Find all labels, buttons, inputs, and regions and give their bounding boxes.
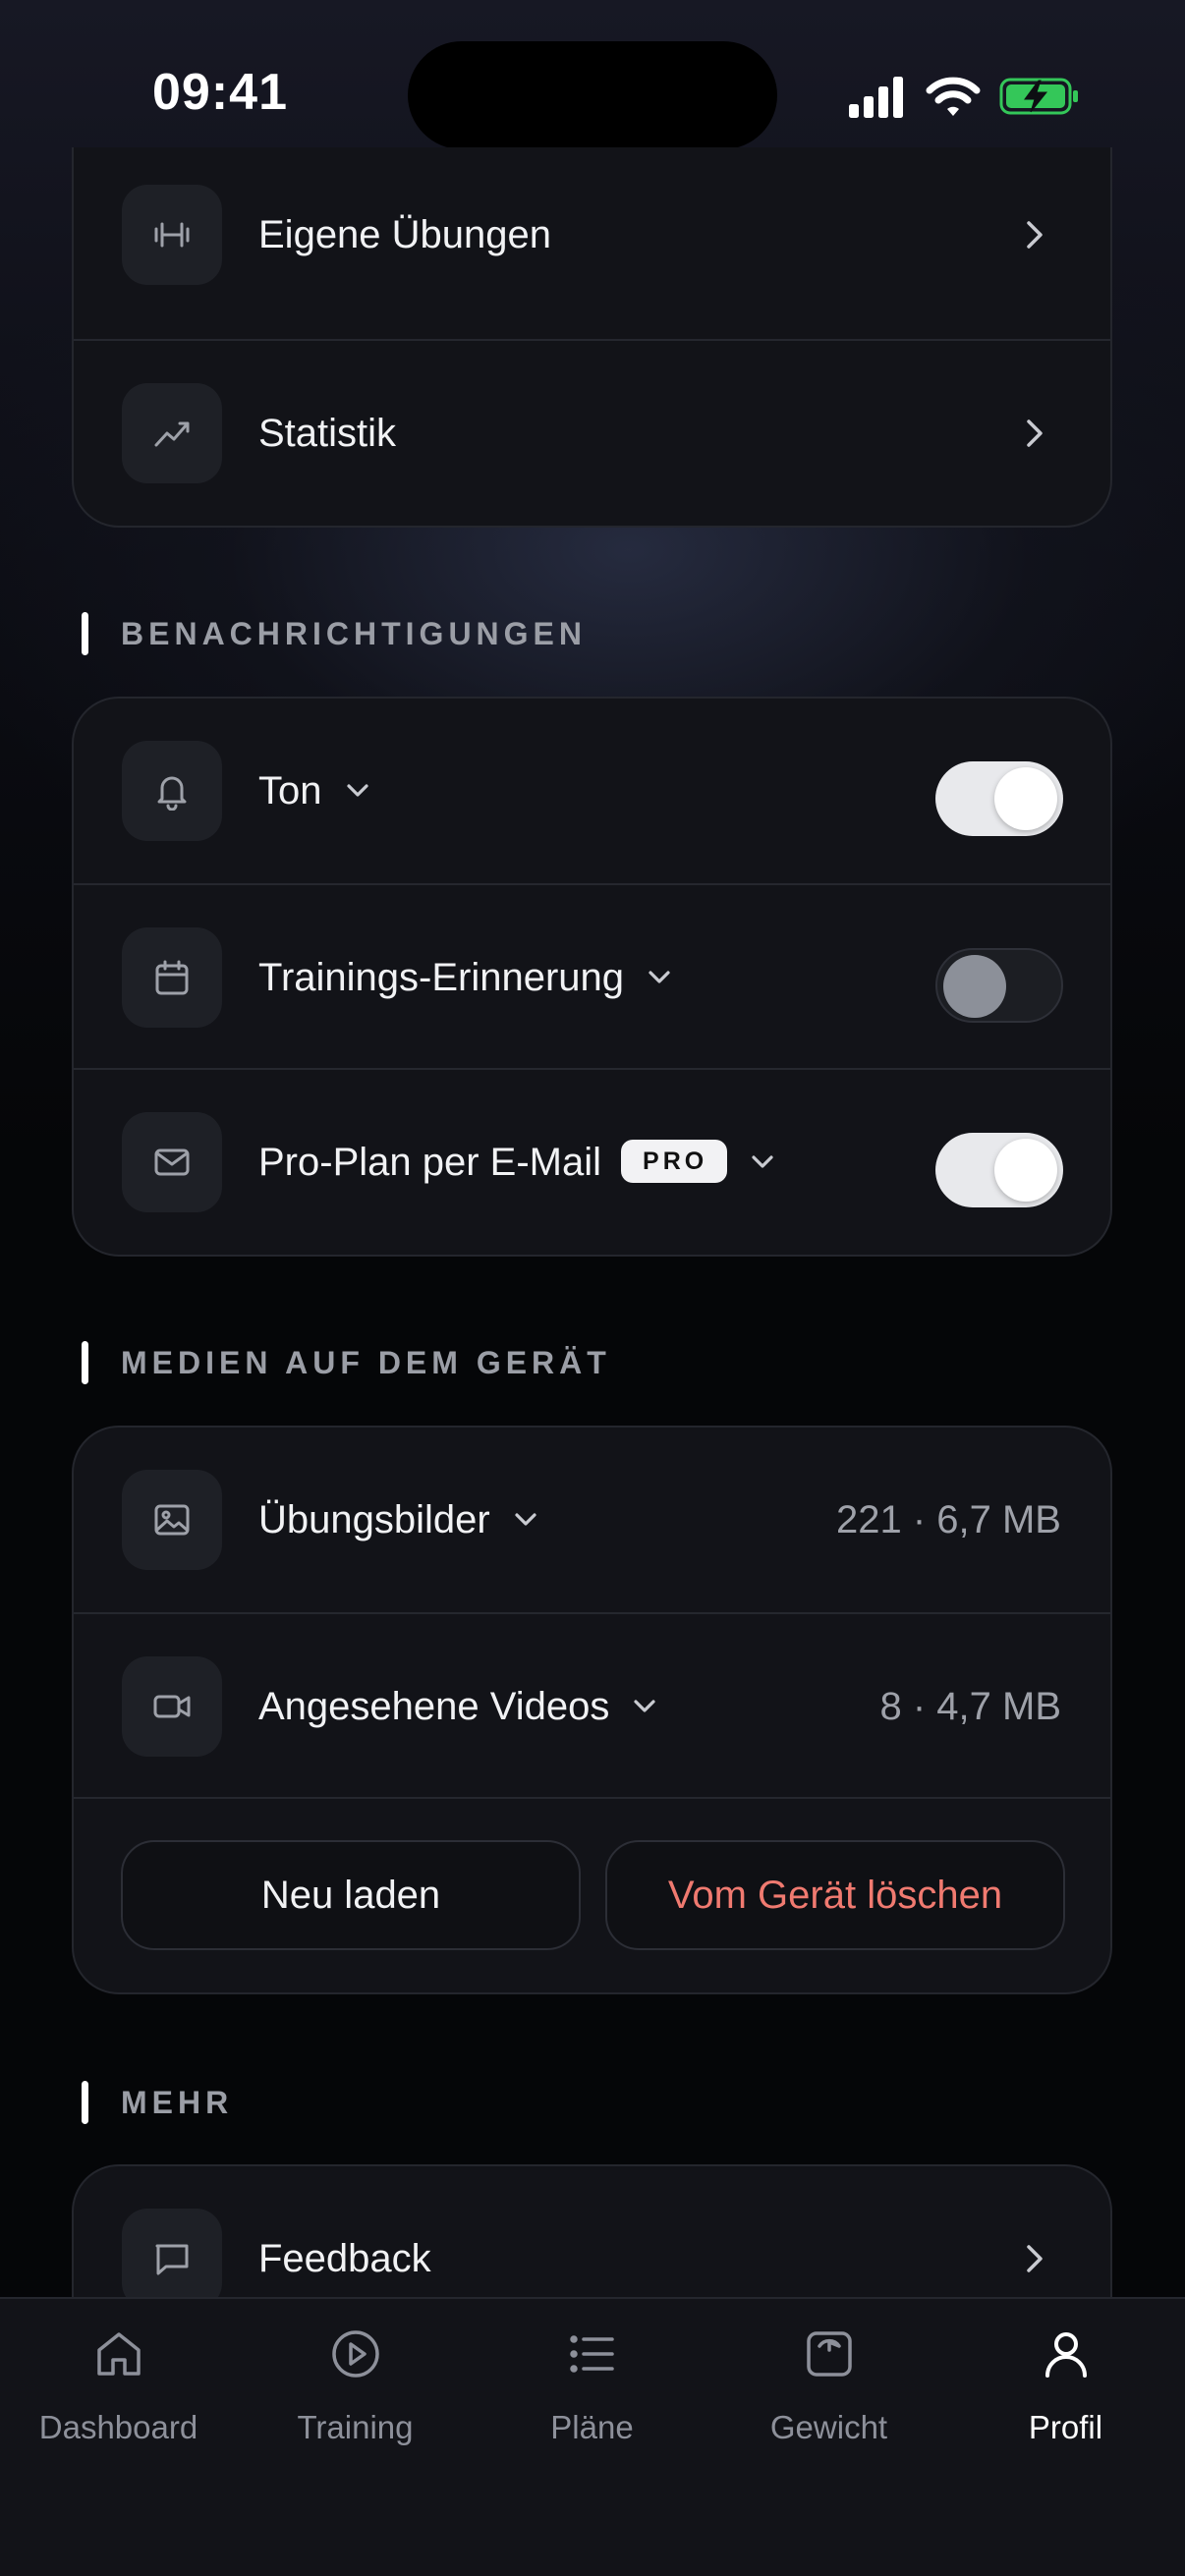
list-icon: [570, 2335, 614, 2373]
tab-label: Training: [297, 2409, 414, 2445]
list-item-text: Pro-Plan per E-Mail: [258, 1141, 602, 1184]
chevron-down-icon[interactable]: [510, 1503, 541, 1535]
scale-icon: [807, 2331, 852, 2377]
section-accent-bar: [82, 1341, 88, 1384]
list-item-label: Pro-Plan per E-Mail PRO: [258, 1070, 778, 1255]
section-accent-bar: [82, 2081, 88, 2124]
sound-toggle[interactable]: [935, 761, 1063, 836]
image-icon: [122, 1470, 222, 1570]
delete-from-device-button[interactable]: Vom Gerät löschen: [605, 1840, 1065, 1950]
tab-label: Gewicht: [769, 2409, 888, 2445]
battery-charging-icon: [999, 78, 1078, 115]
bottom-tab-bar: Dashboard Training Pläne Gewicht Profil: [0, 2297, 1185, 2576]
media-size-value: 8 · 4,7 MB: [879, 1685, 1061, 1728]
trend-icon: [122, 383, 222, 483]
cellular-signal-icon: [849, 77, 903, 118]
toggle-knob: [943, 955, 1006, 1018]
notifications-card: Ton Trainings-Erinnerung Pro-Plan per E-…: [72, 697, 1112, 1257]
tab-label: Profil: [1028, 2409, 1103, 2445]
list-item-label: Übungsbilder: [258, 1428, 541, 1612]
list-item-text: Ton: [258, 769, 322, 812]
list-item-angesehene-videos[interactable]: Angesehene Videos 8 · 4,7 MB: [74, 1612, 1110, 1799]
list-item-label: Statistik: [258, 412, 397, 455]
chevron-down-icon[interactable]: [342, 774, 373, 806]
list-item-label: Angesehene Videos: [258, 1614, 660, 1799]
video-icon: [122, 1656, 222, 1757]
list-item-label: Eigene Übungen: [258, 213, 552, 256]
list-item-ton[interactable]: Ton: [74, 699, 1110, 883]
tools-card: Eigene Übungen Statistik: [72, 147, 1112, 528]
toggle-knob: [994, 767, 1057, 830]
tab-plaene[interactable]: Pläne: [474, 2299, 710, 2495]
chat-icon: [122, 2209, 222, 2309]
tab-gewicht[interactable]: Gewicht: [710, 2299, 947, 2495]
list-item-pro-plan-email[interactable]: Pro-Plan per E-Mail PRO: [74, 1068, 1110, 1255]
profile-screen: 09:41 Eigene Übungen Statistik BENACHRIC…: [0, 0, 1185, 2576]
calendar-icon: [122, 927, 222, 1028]
list-item-eigene-uebungen[interactable]: Eigene Übungen: [74, 147, 1110, 327]
list-item-uebungsbilder[interactable]: Übungsbilder 221 · 6,7 MB: [74, 1428, 1110, 1612]
pro-badge: PRO: [621, 1140, 728, 1184]
media-size-value: 221 · 6,7 MB: [835, 1498, 1061, 1541]
tab-training[interactable]: Training: [237, 2299, 474, 2495]
list-item-statistik[interactable]: Statistik: [74, 339, 1110, 526]
media-card: Übungsbilder 221 · 6,7 MB Angesehene Vid…: [72, 1426, 1112, 1994]
reload-button[interactable]: Neu laden: [121, 1840, 581, 1950]
list-item-label: Ton: [258, 699, 373, 883]
chevron-right-icon: [1027, 420, 1043, 447]
training-reminder-toggle[interactable]: [935, 948, 1063, 1023]
list-item-text: Angesehene Videos: [258, 1685, 610, 1728]
list-item-text: Übungsbilder: [258, 1498, 490, 1541]
section-title: BENACHRICHTIGUNGEN: [121, 616, 587, 651]
section-accent-bar: [82, 612, 88, 655]
section-title: MEHR: [121, 2085, 234, 2120]
tab-dashboard[interactable]: Dashboard: [0, 2299, 237, 2495]
play-circle-icon: [332, 2330, 379, 2378]
pro-plan-email-toggle[interactable]: [935, 1133, 1063, 1207]
list-item-text: Trainings-Erinnerung: [258, 956, 625, 999]
chevron-right-icon: [1027, 2245, 1043, 2272]
tab-profil[interactable]: Profil: [947, 2299, 1184, 2495]
home-icon: [97, 2332, 141, 2376]
wifi-icon: [926, 77, 981, 116]
mail-icon: [122, 1112, 222, 1212]
section-title: MEDIEN AUF DEM GERÄT: [121, 1345, 611, 1380]
media-actions-row: Neu laden Vom Gerät löschen: [74, 1797, 1110, 1992]
bell-icon: [122, 741, 222, 841]
chevron-down-icon[interactable]: [629, 1690, 660, 1721]
chevron-down-icon[interactable]: [747, 1146, 778, 1177]
status-time: 09:41: [152, 64, 288, 121]
tab-label: Dashboard: [38, 2409, 198, 2445]
list-item-label: Trainings-Erinnerung: [258, 885, 675, 1070]
chevron-right-icon: [1027, 221, 1043, 249]
list-item-trainings-erinnerung[interactable]: Trainings-Erinnerung: [74, 883, 1110, 1070]
dumbbell-icon: [122, 185, 222, 285]
dynamic-island: [408, 41, 777, 149]
toggle-knob: [994, 1139, 1057, 1202]
tab-label: Pläne: [550, 2409, 634, 2445]
chevron-down-icon[interactable]: [644, 961, 675, 992]
user-icon: [1045, 2332, 1087, 2378]
